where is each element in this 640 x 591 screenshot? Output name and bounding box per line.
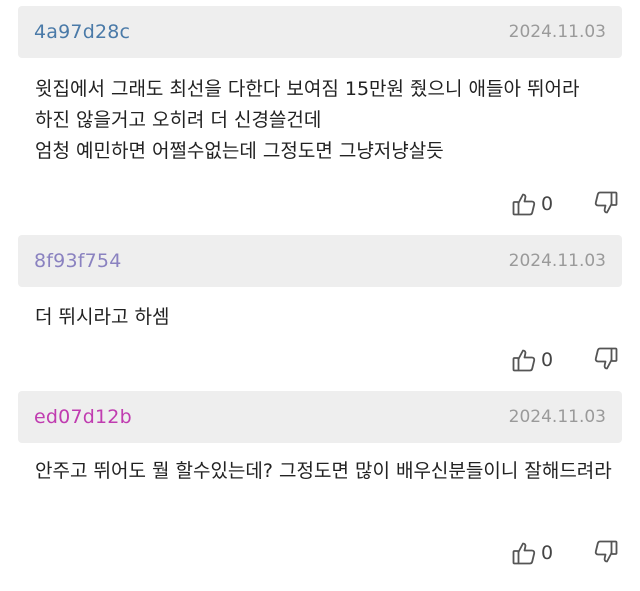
- thumbs-down-icon: [594, 346, 622, 372]
- dislike-button[interactable]: [594, 539, 622, 567]
- like-count: 0: [541, 349, 554, 371]
- thumbs-up-icon: [512, 191, 536, 217]
- comment-actions: 0: [512, 346, 622, 374]
- dislike-button[interactable]: [594, 346, 622, 374]
- comment-body: 윗집에서 그래도 최선을 다한다 보여짐 15만원 줬으니 애들아 뛰어라 하진…: [35, 78, 580, 162]
- like-button[interactable]: 0: [512, 539, 553, 567]
- thumbs-up-icon: [512, 540, 536, 566]
- like-count: 0: [541, 542, 554, 564]
- comment-actions: 0: [512, 539, 622, 567]
- comment-header: 8f93f754 2024.11.03: [18, 235, 622, 287]
- comment-actions: 0: [512, 190, 622, 218]
- comment-date: 2024.11.03: [508, 407, 606, 427]
- comment-author[interactable]: 8f93f754: [34, 250, 122, 272]
- thumbs-down-icon: [594, 539, 622, 565]
- comment-header: 4a97d28c 2024.11.03: [18, 6, 622, 58]
- comment-body: 안주고 뛰어도 뭘 할수있는데? 그정도면 많이 배우신분들이니 잘해드려라: [35, 460, 612, 482]
- thumbs-up-icon: [512, 347, 536, 373]
- comment-date: 2024.11.03: [508, 22, 606, 42]
- comment-header: ed07d12b 2024.11.03: [18, 391, 622, 443]
- dislike-button[interactable]: [594, 190, 622, 218]
- like-count: 0: [541, 193, 554, 215]
- like-button[interactable]: 0: [512, 346, 553, 374]
- thumbs-down-icon: [594, 190, 622, 216]
- comment-body: 더 뛰시라고 하셈: [35, 306, 170, 328]
- comment-author[interactable]: 4a97d28c: [34, 21, 130, 43]
- comment-author[interactable]: ed07d12b: [34, 406, 132, 428]
- like-button[interactable]: 0: [512, 190, 553, 218]
- comment-date: 2024.11.03: [508, 251, 606, 271]
